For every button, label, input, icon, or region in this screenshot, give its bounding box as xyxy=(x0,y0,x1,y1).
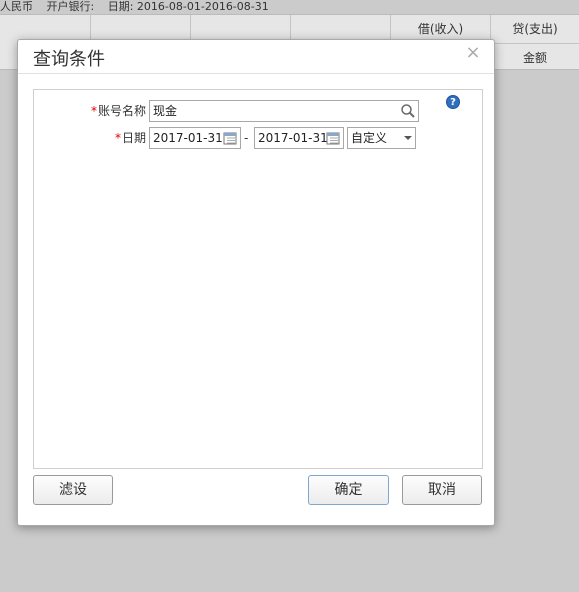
date-label-text: 日期 xyxy=(121,131,146,145)
account-name-input[interactable]: 现金 xyxy=(149,100,419,122)
date-to-input[interactable]: 2017-01-31 xyxy=(254,127,344,149)
cancel-button[interactable]: 取消 xyxy=(402,475,482,505)
bg-date-range: 日期: 2016-08-01-2016-08-31 xyxy=(107,0,269,13)
chevron-down-icon xyxy=(404,136,412,140)
required-mark: * xyxy=(114,131,121,145)
calendar-icon[interactable] xyxy=(325,130,341,146)
query-panel: ? *账号名称 现金 *日期 2017-01-31 - 2017-01-31 自… xyxy=(33,89,483,469)
calendar-icon[interactable] xyxy=(222,130,238,146)
help-icon[interactable]: ? xyxy=(446,95,460,109)
filter-button[interactable]: 滤设 xyxy=(33,475,113,505)
period-select-value: 自定义 xyxy=(351,131,388,145)
date-to-value: 2017-01-31 xyxy=(258,131,328,145)
bg-col-credit: 贷(支出) xyxy=(490,15,579,43)
period-select[interactable]: 自定义 xyxy=(347,127,416,149)
date-label: *日期 xyxy=(84,128,146,148)
date-range-separator: - xyxy=(244,131,249,145)
background-info-bar: 人民币 开户银行: 日期: 2016-08-01-2016-08-31 xyxy=(0,0,579,14)
required-mark: * xyxy=(90,104,97,118)
dialog-title: 查询条件 xyxy=(33,49,105,70)
account-label-text: 账号名称 xyxy=(97,104,146,118)
bg-currency: 人民币 xyxy=(0,0,33,13)
query-dialog: 查询条件 × ? *账号名称 现金 *日期 2017-01-31 - 2017-… xyxy=(17,39,495,526)
bg-col-amount: 金额 xyxy=(490,43,579,71)
bg-bank-label: 开户银行: xyxy=(46,0,95,13)
search-icon[interactable] xyxy=(400,103,416,119)
close-icon[interactable]: × xyxy=(464,42,482,64)
date-from-input[interactable]: 2017-01-31 xyxy=(149,127,241,149)
account-label: *账号名称 xyxy=(84,101,146,121)
ok-button[interactable]: 确定 xyxy=(308,475,389,505)
date-from-value: 2017-01-31 xyxy=(153,131,223,145)
account-name-value: 现金 xyxy=(153,104,178,118)
title-divider xyxy=(18,73,494,74)
